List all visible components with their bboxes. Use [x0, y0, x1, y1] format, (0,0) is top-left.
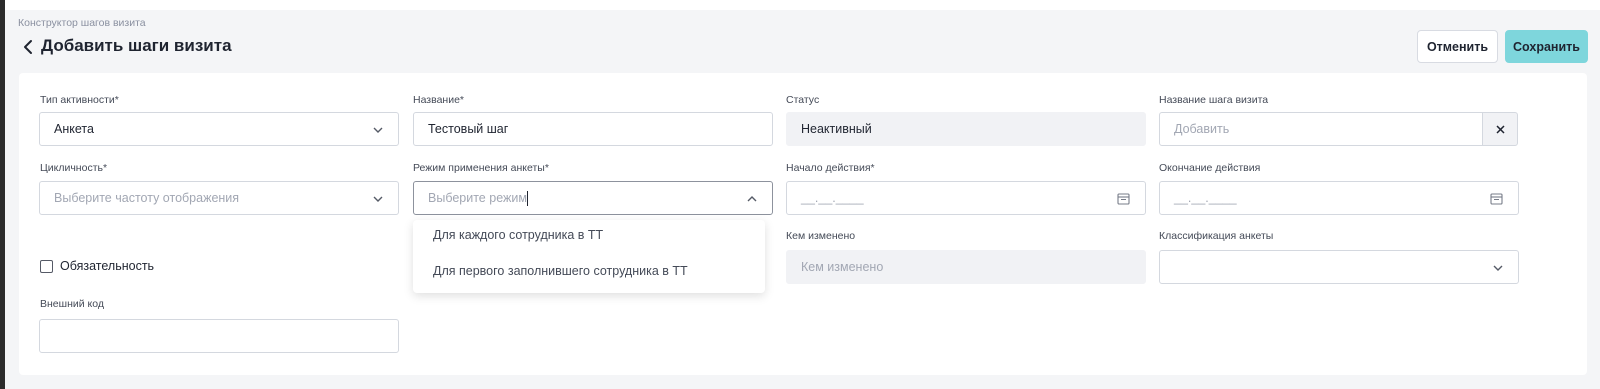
status-value: Неактивный — [801, 122, 872, 136]
external-code-label: Внешний код — [40, 298, 104, 310]
start-date-label: Начало действия* — [786, 162, 875, 174]
classification-select[interactable] — [1159, 250, 1519, 284]
dropdown-option[interactable]: Для первого заполнившего сотрудника в ТТ — [433, 264, 688, 278]
breadcrumb[interactable]: Конструктор шагов визита — [18, 17, 146, 29]
end-date-label: Окончание действия — [1159, 162, 1261, 174]
cyclicity-select[interactable]: Выберите частоту отображения — [39, 181, 399, 215]
classification-label: Классификация анкеты — [1159, 230, 1274, 242]
apply-mode-select[interactable]: Выберите режим — [413, 181, 773, 215]
apply-mode-dropdown: Для каждого сотрудника в ТТ Для первого … — [413, 220, 765, 293]
step-name-label: Название шага визита — [1159, 94, 1269, 106]
page-title: Добавить шаги визита — [41, 36, 232, 55]
activity-type-select[interactable]: Анкета — [39, 112, 399, 146]
mandatory-checkbox[interactable] — [40, 260, 53, 273]
chevron-down-icon — [373, 127, 383, 133]
calendar-icon[interactable] — [1490, 192, 1503, 205]
external-code-input[interactable] — [39, 319, 399, 353]
chevron-down-icon — [1493, 265, 1503, 271]
chevron-left-icon[interactable] — [18, 37, 38, 57]
status-field: Неактивный — [786, 112, 1146, 146]
cyclicity-label: Цикличность* — [40, 162, 108, 174]
end-date-input[interactable]: __.__.____ — [1159, 181, 1519, 215]
top-strip — [5, 0, 1600, 10]
apply-mode-label: Режим применения анкеты* — [413, 162, 549, 174]
cyclicity-placeholder: Выберите частоту отображения — [54, 191, 240, 205]
chevron-up-icon — [747, 196, 757, 202]
step-name-input[interactable]: Добавить — [1159, 112, 1483, 146]
close-icon — [1495, 124, 1505, 134]
activity-type-label: Тип активности* — [40, 94, 119, 106]
save-button[interactable]: Сохранить — [1505, 30, 1588, 63]
modified-by-label: Кем изменено — [786, 230, 856, 242]
apply-mode-placeholder: Выберите режим — [428, 191, 527, 205]
step-name-placeholder: Добавить — [1174, 122, 1230, 136]
modified-by-placeholder: Кем изменено — [801, 260, 884, 274]
name-input[interactable]: Тестовый шаг — [413, 112, 773, 146]
dropdown-option[interactable]: Для каждого сотрудника в ТТ — [433, 228, 603, 242]
modified-by-field: Кем изменено — [786, 250, 1146, 284]
start-date-placeholder: __.__.____ — [801, 191, 864, 205]
calendar-icon[interactable] — [1117, 192, 1130, 205]
end-date-placeholder: __.__.____ — [1174, 191, 1237, 205]
window-edge — [0, 0, 5, 389]
clear-button[interactable] — [1482, 112, 1518, 146]
text-caret — [526, 190, 528, 206]
status-label: Статус — [786, 94, 820, 106]
chevron-down-icon — [373, 196, 383, 202]
activity-type-value: Анкета — [54, 122, 94, 136]
mandatory-label[interactable]: Обязательность — [60, 259, 154, 273]
name-label: Название* — [413, 94, 465, 106]
start-date-input[interactable]: __.__.____ — [786, 181, 1146, 215]
name-value: Тестовый шаг — [428, 122, 509, 136]
cancel-button[interactable]: Отменить — [1417, 30, 1498, 63]
